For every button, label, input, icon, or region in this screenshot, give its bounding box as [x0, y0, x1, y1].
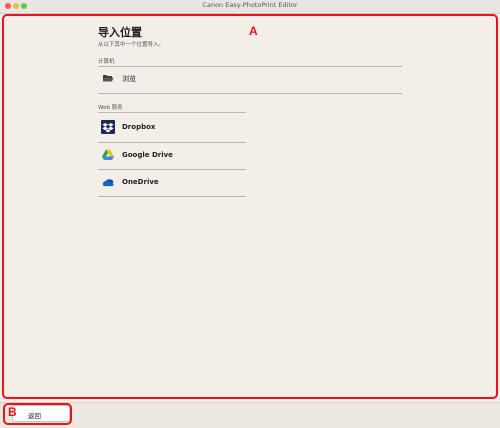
- annotation-box-a: [2, 14, 498, 399]
- window-titlebar: Canon Easy-PhotoPrint Editor: [0, 0, 500, 14]
- annotation-label-a: A: [249, 24, 258, 38]
- footer-bar: [0, 402, 500, 428]
- window-title: Canon Easy-PhotoPrint Editor: [202, 1, 298, 9]
- annotation-label-b: B: [8, 405, 17, 419]
